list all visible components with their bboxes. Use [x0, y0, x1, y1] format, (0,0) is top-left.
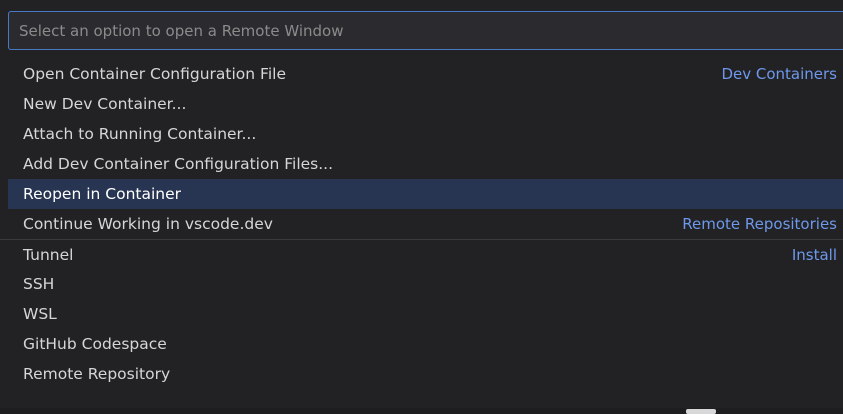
quick-pick-list: Open Container Configuration File Dev Co…: [0, 59, 843, 389]
list-item-label: Attach to Running Container...: [23, 125, 257, 143]
install-link[interactable]: Install: [792, 240, 837, 270]
list-item-ssh[interactable]: SSH: [0, 269, 843, 299]
list-item-tunnel[interactable]: Tunnel Install: [0, 239, 843, 269]
group-label-dev-containers: Dev Containers: [721, 65, 837, 83]
partial-icon: [686, 409, 716, 414]
list-item-label: WSL: [23, 305, 57, 323]
list-item-wsl[interactable]: WSL: [0, 299, 843, 329]
list-item-label: Reopen in Container: [23, 185, 182, 203]
list-item-add-dev-container-config[interactable]: Add Dev Container Configuration Files...: [0, 149, 843, 179]
quick-pick-input-container[interactable]: [8, 11, 843, 50]
list-item-label: Tunnel: [23, 246, 74, 264]
quick-pick-input[interactable]: [9, 12, 843, 49]
list-item-label: Remote Repository: [23, 365, 171, 383]
list-item-label: Continue Working in vscode.dev: [23, 215, 273, 233]
list-item-attach-running-container[interactable]: Attach to Running Container...: [0, 119, 843, 149]
list-bottom-edge: [0, 408, 843, 414]
list-item-open-container-config[interactable]: Open Container Configuration File Dev Co…: [0, 59, 843, 89]
group-label-remote-repositories: Remote Repositories: [682, 215, 837, 233]
list-item-label: Open Container Configuration File: [23, 65, 286, 83]
list-item-new-dev-container[interactable]: New Dev Container...: [0, 89, 843, 119]
list-item-reopen-in-container[interactable]: Reopen in Container: [8, 179, 843, 209]
list-item-label: Add Dev Container Configuration Files...: [23, 155, 334, 173]
list-item-remote-repository[interactable]: Remote Repository: [0, 359, 843, 389]
list-item-label: GitHub Codespace: [23, 335, 167, 353]
list-item-github-codespace[interactable]: GitHub Codespace: [0, 329, 843, 359]
list-item-label: SSH: [23, 275, 55, 293]
list-item-label: New Dev Container...: [23, 95, 187, 113]
list-item-continue-vscode-dev[interactable]: Continue Working in vscode.dev Remote Re…: [0, 209, 843, 239]
quick-pick-panel: Open Container Configuration File Dev Co…: [0, 0, 843, 414]
